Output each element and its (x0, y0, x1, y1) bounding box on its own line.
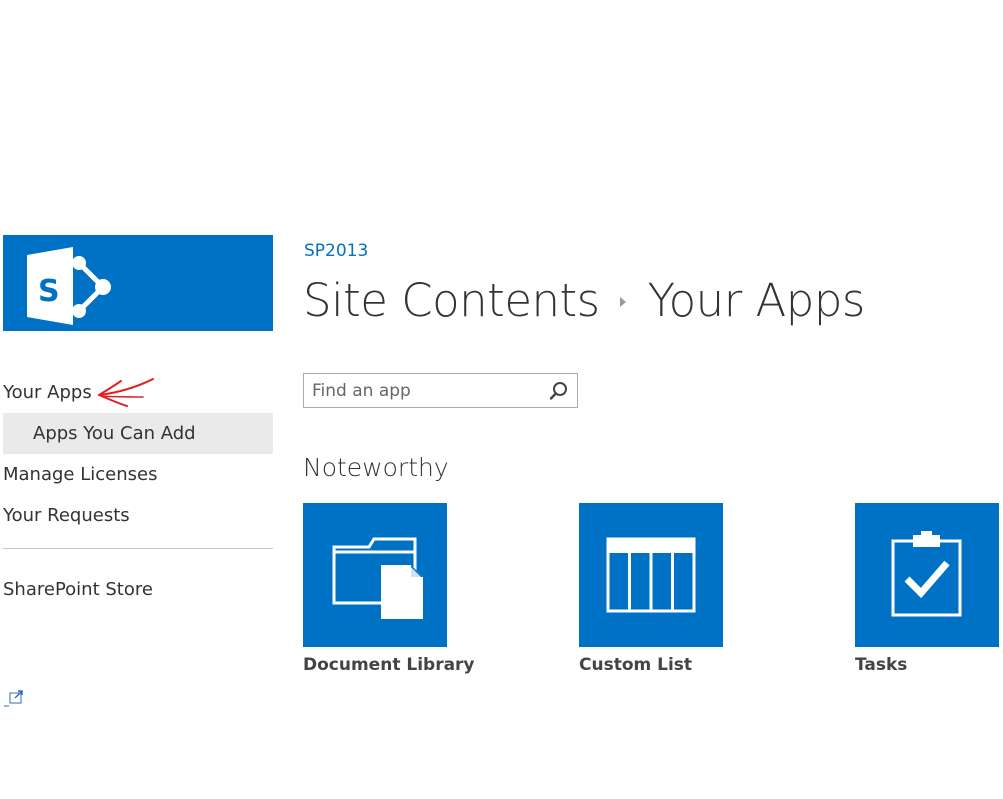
noteworthy-heading: Noteworthy (303, 453, 449, 482)
site-name-link[interactable]: SP2013 (304, 241, 368, 261)
sharepoint-logo-icon: S (27, 247, 111, 325)
page-title: Site Contents Your Apps (303, 274, 865, 327)
svg-text:S: S (38, 274, 60, 309)
sharepoint-logo[interactable]: S (3, 235, 273, 331)
breadcrumb-separator-icon (619, 297, 626, 307)
nav-item-apps-you-can-add[interactable]: Apps You Can Add (3, 413, 273, 454)
search-icon[interactable] (549, 381, 569, 401)
app-tile-custom-list[interactable]: Custom List (579, 503, 724, 675)
app-tile-icon-box[interactable] (855, 503, 999, 647)
breadcrumb-current: Your Apps (647, 274, 866, 327)
red-arrow-annotation-icon (98, 378, 154, 407)
nav-item-your-requests[interactable]: Your Requests (3, 495, 273, 536)
app-tile-tasks[interactable]: Tasks (855, 503, 1000, 675)
find-app-search-box (303, 373, 578, 408)
app-tile-label[interactable]: Tasks (855, 655, 1000, 675)
app-tile-label[interactable]: Document Library (303, 655, 475, 675)
popout-link[interactable] (4, 686, 26, 708)
breadcrumb-parent[interactable]: Site Contents (303, 274, 600, 327)
nav-item-manage-licenses[interactable]: Manage Licenses (3, 454, 273, 495)
app-tile-document-library[interactable]: Document Library (303, 503, 475, 675)
custom-list-icon (606, 537, 696, 613)
document-library-icon (332, 537, 423, 619)
nav-item-sharepoint-store[interactable]: SharePoint Store (3, 569, 273, 610)
popout-icon (4, 690, 23, 707)
tasks-icon (891, 531, 962, 617)
find-app-input[interactable] (312, 374, 542, 407)
app-tile-label[interactable]: Custom List (579, 655, 724, 675)
nav-divider (3, 548, 273, 549)
app-tile-icon-box[interactable] (303, 503, 447, 647)
app-tile-icon-box[interactable] (579, 503, 723, 647)
